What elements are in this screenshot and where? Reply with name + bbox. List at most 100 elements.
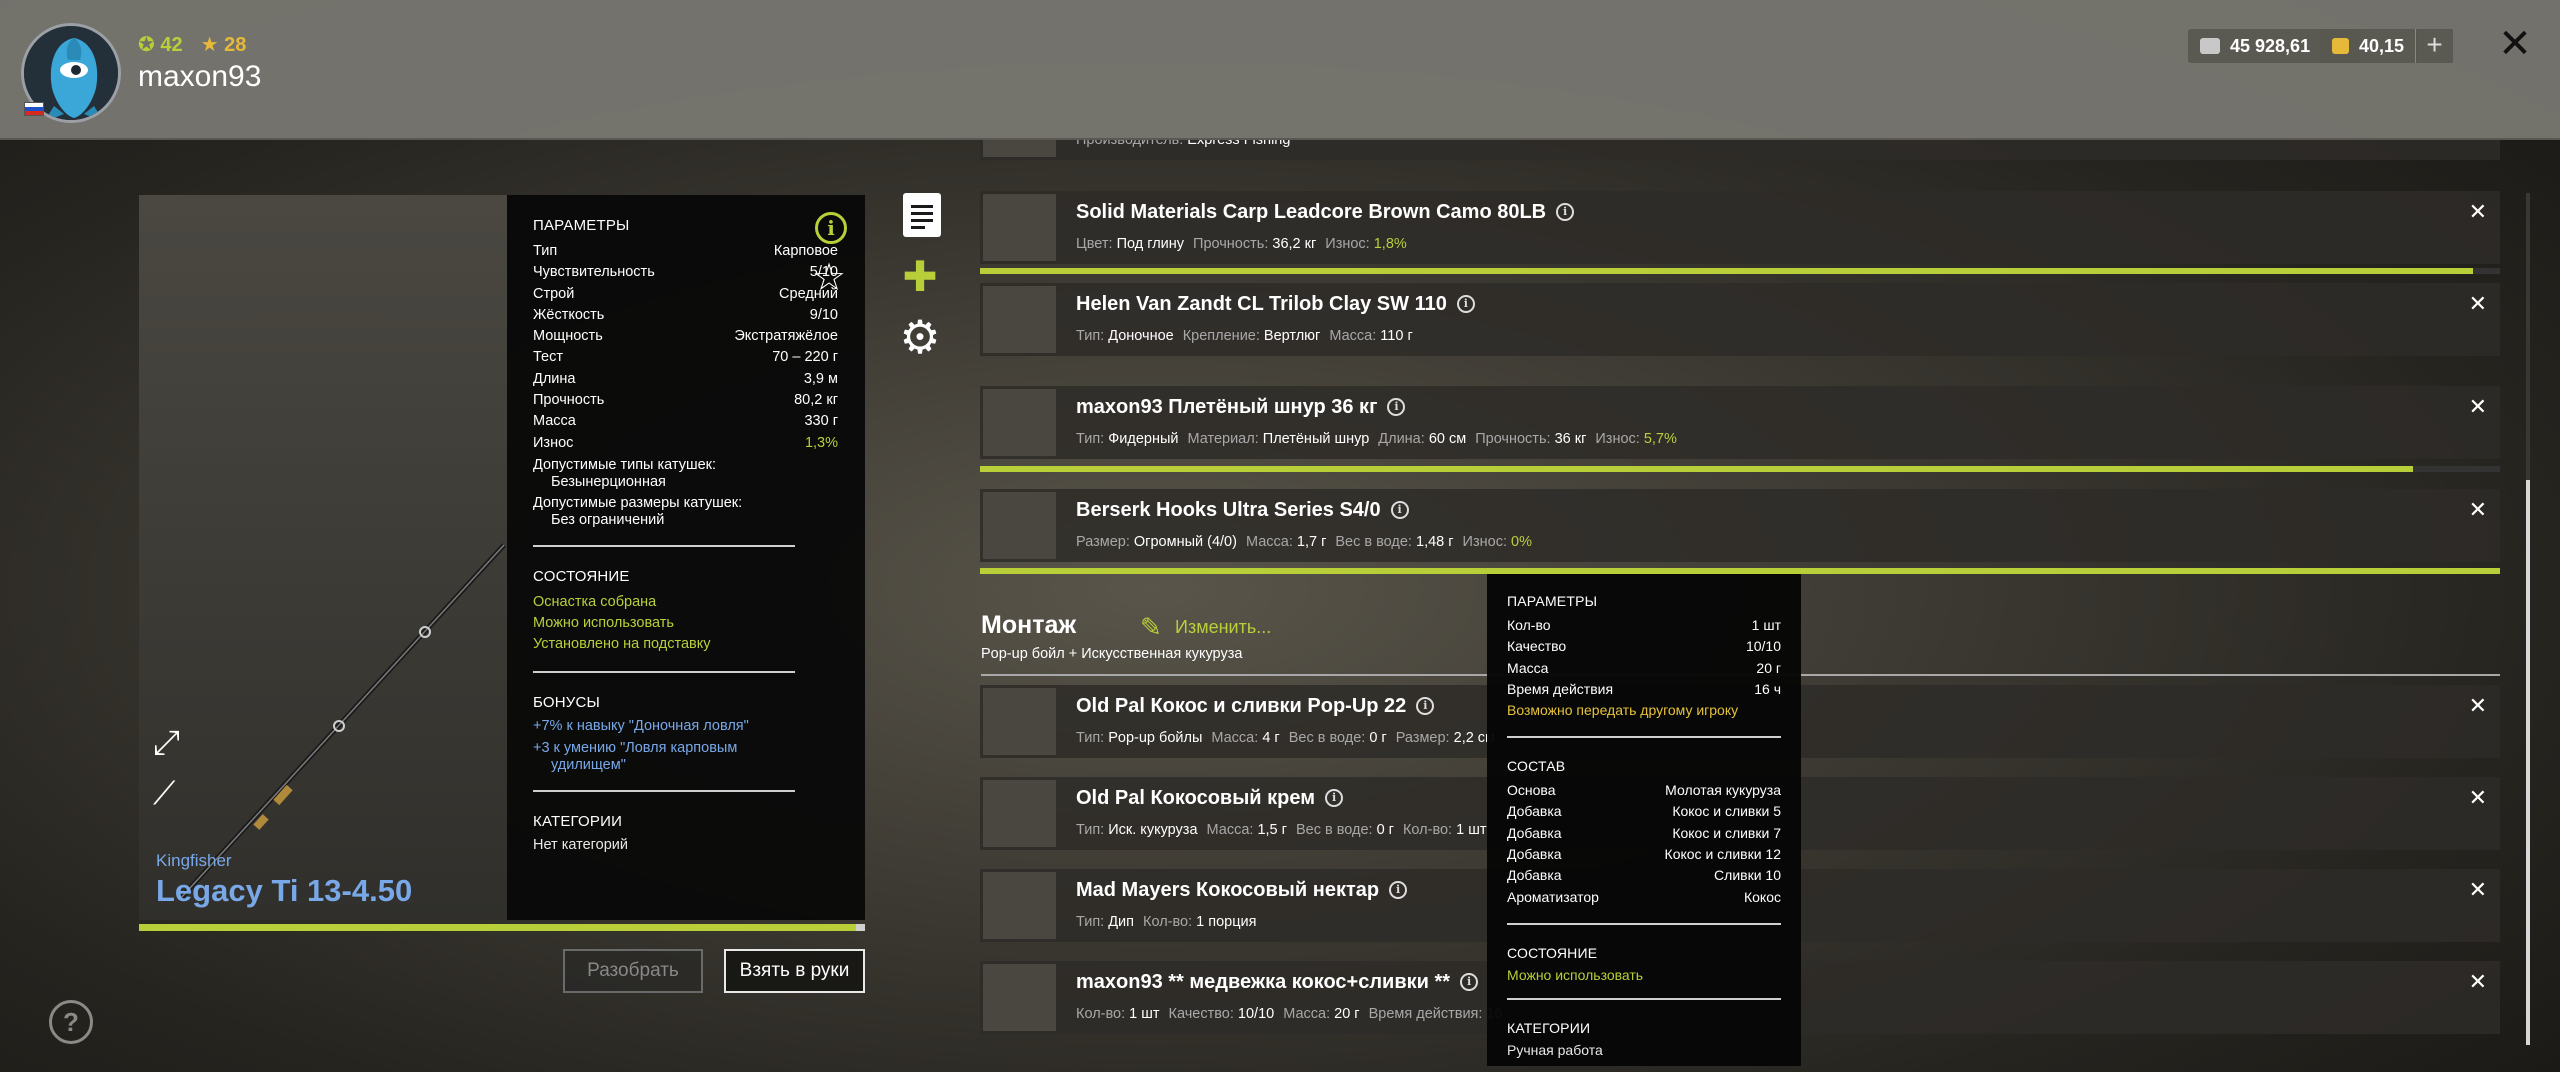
state-usable: Можно использовать — [533, 614, 674, 631]
detail-value: Плетёный шнур — [1262, 431, 1370, 447]
take-in-hands-button[interactable]: Взять в руки — [724, 949, 865, 993]
detail-value: 4 г — [1262, 730, 1280, 746]
param-row: Основа Молотая кукуруза — [1507, 780, 1781, 801]
item-details: Тип: Фидерный Материал: Плетёный шнур Длин… — [1076, 431, 1686, 447]
detail-label: Размер: — [1076, 534, 1130, 550]
info-icon[interactable]: i — [1389, 881, 1408, 899]
remove-icon[interactable]: ✕ — [2469, 877, 2487, 903]
detail-value: Дип — [1108, 914, 1135, 930]
remove-icon[interactable]: ✕ — [2469, 969, 2487, 995]
remove-icon[interactable]: ✕ — [2469, 693, 2487, 719]
tooltip-state: Можно использовать — [1507, 966, 1644, 983]
montage-subtitle: Pop-up бойл + Искусственная кукуруза — [981, 646, 1243, 662]
rod-image — [177, 543, 506, 902]
star-icon[interactable]: ☆ — [812, 255, 846, 300]
tooltip-categories-title: КАТЕГОРИИ — [1507, 1019, 1591, 1036]
detail-label: Время действия: — [1368, 1006, 1483, 1022]
detail-label: Размер: — [1395, 730, 1450, 746]
list-item-partial[interactable]: Производитель: Express Fishing — [980, 140, 2500, 160]
list-item[interactable]: Helen Van Zandt CL Trilob Clay SW 110 i Ти… — [980, 283, 2500, 356]
gold-balance[interactable]: 40,15 — [2320, 29, 2418, 63]
param-row: Масса 20 г — [1507, 658, 1781, 679]
list-item[interactable]: Berserk Hooks Ultra Series S4/0 i Размер: … — [980, 489, 2500, 562]
detail-value: 5,7% — [1643, 431, 1677, 447]
param-row: Мощность Экстратяжёлое — [533, 326, 838, 347]
param-row: Качество 10/10 — [1507, 636, 1781, 657]
param-row: Время действия 16 ч — [1507, 679, 1781, 700]
item-name: Old Pal Кокос и сливки Pop-Up 22 i — [1076, 695, 1435, 718]
info-icon[interactable]: i — [1390, 501, 1409, 519]
remove-icon[interactable]: ✕ — [2469, 199, 2487, 225]
param-value: Кокос — [1743, 888, 1781, 905]
tooltip-state-title: СОСТОЯНИЕ — [1507, 944, 1598, 961]
puzzle-icon[interactable]: ✚ — [898, 255, 942, 299]
detail-value: 1,48 г — [1416, 534, 1454, 550]
detail-label: Тип: — [1076, 822, 1105, 838]
info-icon[interactable]: i — [1387, 398, 1406, 416]
params-list: Тип Карповое Чувствительность 5/10 Строй Сред… — [533, 241, 838, 454]
item-thumbnail — [983, 964, 1056, 1031]
username: maxon93 — [138, 60, 262, 93]
scrollbar-thumb[interactable] — [2526, 480, 2530, 1045]
remove-icon[interactable]: ✕ — [2469, 497, 2487, 523]
bonus-title: БОНУСЫ — [533, 693, 601, 711]
item-name: Solid Materials Carp Leadcore Brown Camo… — [1076, 201, 1575, 224]
detail-label: Тип: — [1076, 914, 1105, 930]
document-icon[interactable] — [903, 193, 941, 237]
remove-icon[interactable]: ✕ — [2469, 785, 2487, 811]
expand-icon[interactable]: ⤢ — [153, 725, 189, 761]
dismantle-button[interactable]: Разобрать — [563, 949, 703, 993]
help-icon[interactable]: ? — [49, 1000, 93, 1044]
detail-label: Цвет: — [1076, 236, 1113, 252]
param-value: Кокос и сливки 12 — [1664, 846, 1781, 863]
detail-value: Под глину — [1116, 236, 1185, 252]
item-thumbnail — [983, 688, 1056, 755]
info-icon[interactable]: i — [1456, 295, 1475, 313]
gear-icon[interactable]: ⚙ — [896, 313, 944, 361]
detail-label: Износ: — [1462, 534, 1507, 550]
list-item[interactable]: Solid Materials Carp Leadcore Brown Camo… — [980, 191, 2500, 264]
montage-title: Монтаж — [981, 611, 1077, 639]
info-icon[interactable]: i — [1325, 789, 1344, 807]
remove-icon[interactable]: ✕ — [2469, 291, 2487, 317]
params-title: ПАРАМЕТРЫ — [533, 217, 630, 234]
remove-icon[interactable]: ✕ — [2469, 394, 2487, 420]
edit-icon[interactable]: ✎ — [1140, 612, 1162, 643]
detail-value: 110 г — [1380, 328, 1413, 344]
detail-label: Тип: — [1076, 730, 1105, 746]
rod-wear-fill — [139, 924, 856, 931]
detail-value: 1,7 г — [1296, 534, 1327, 550]
scrollbar[interactable] — [2526, 193, 2530, 1045]
info-icon[interactable]: i — [1556, 203, 1575, 221]
info-icon[interactable]: i — [1416, 697, 1435, 715]
bait-tooltip: ПАРАМЕТРЫ Кол-во 1 шт Качество 10/10 Масса 20… — [1487, 574, 1801, 1066]
edit-montage-link[interactable]: Изменить... — [1175, 617, 1271, 638]
detail-label: Прочность: — [1475, 431, 1551, 447]
param-label: Время действия — [1507, 680, 1614, 697]
detail-value: 1,5 г — [1257, 822, 1287, 838]
detail-label: Крепление: — [1182, 328, 1260, 344]
divider — [1507, 922, 1781, 925]
item-title: Mad Mayers Кокосовый нектар — [1076, 879, 1380, 901]
item-thumbnail — [983, 194, 1056, 261]
item-title: Solid Materials Carp Leadcore Brown Camo… — [1076, 201, 1547, 223]
detail-value: 20 г — [1334, 1006, 1360, 1022]
detail-label: Материал: — [1187, 431, 1259, 447]
list-item[interactable]: maxon93 Плетёный шнур 36 кг i Тип: Фидерны… — [980, 386, 2500, 459]
wear-fill — [980, 466, 2414, 472]
top-bar: ✪ 42 ★ 28 maxon93 45 928,61 40,15 + ✕ — [0, 0, 2560, 140]
reel-sizes-label: Допустимые размеры катушек: — [533, 494, 743, 511]
item-thumbnail — [983, 492, 1056, 559]
close-icon[interactable]: ✕ — [2495, 22, 2535, 66]
info-icon[interactable]: i — [815, 212, 847, 244]
info-icon[interactable]: i — [1460, 973, 1479, 991]
detail-label: Вес в воде: — [1295, 822, 1373, 838]
detail-label: Кол-во: — [1143, 914, 1193, 930]
screwdriver-icon[interactable]: ⟋ — [153, 775, 189, 811]
country-flag-icon — [24, 102, 44, 116]
add-currency-button[interactable]: + — [2415, 29, 2453, 63]
param-label: Тест — [533, 349, 563, 366]
transfer-note: Возможно передать другому игроку — [1507, 702, 1739, 719]
detail-value: 1 шт — [1129, 1006, 1160, 1022]
param-label: Кол-во — [1507, 617, 1551, 633]
